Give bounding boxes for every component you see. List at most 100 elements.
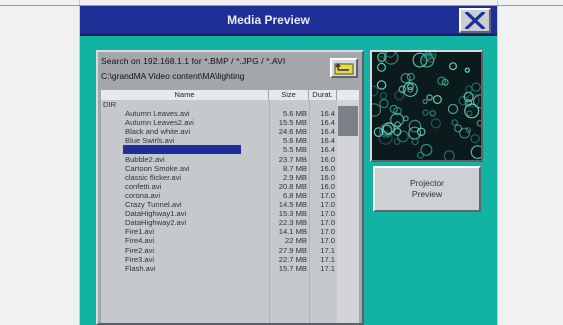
file-name: Fire4.avi xyxy=(125,236,155,246)
list-item[interactable]: Fire2.avi 27.9 MB 17.1 xyxy=(101,246,337,255)
folder-up-icon xyxy=(334,62,354,75)
file-duration: 17.1 xyxy=(320,254,335,264)
file-name: classic flicker.avi xyxy=(125,172,182,182)
close-x-icon xyxy=(465,12,485,29)
list-item[interactable]: Autumn Leaves.avi 5.6 MB 16.4 xyxy=(101,109,337,118)
list-item[interactable]: Blue Swirls.avi 5.6 MB 16.4 xyxy=(101,136,337,145)
file-duration: 17.0 xyxy=(320,218,335,228)
file-size: 23.7 MB xyxy=(278,154,307,164)
bubble xyxy=(376,62,387,72)
window-title: Media Preview xyxy=(227,13,310,27)
file-size: 14.5 MB xyxy=(278,200,307,210)
list-item[interactable]: DataHighway2.avi 22.3 MB 17.0 xyxy=(101,218,337,227)
bubble xyxy=(471,82,481,92)
frame-right xyxy=(497,0,563,325)
file-duration: 16.4 xyxy=(320,136,335,146)
file-duration: 16.4 xyxy=(320,109,335,119)
file-name: Flash.avi xyxy=(125,263,156,273)
scrollbar-thumb[interactable] xyxy=(338,106,358,136)
list-item[interactable]: classic flicker.avi 2.9 MB 16.0 xyxy=(101,173,337,182)
frame-left xyxy=(0,0,80,325)
bubble xyxy=(376,80,387,90)
bubble xyxy=(420,143,433,156)
file-duration: 17.0 xyxy=(320,236,335,246)
file-duration: 16.0 xyxy=(320,154,335,164)
list-item[interactable]: Cartoon Smoke.avi 8.7 MB 16.0 xyxy=(101,164,337,173)
file-duration: 16.0 xyxy=(320,172,335,182)
file-list[interactable]: Name Size Durat. DIR Autumn Leaves.avi 5.… xyxy=(101,90,359,323)
file-name: Cartoon Smoke.avi xyxy=(125,163,190,173)
bubble xyxy=(448,62,457,71)
list-item[interactable]: Bubble2.avi 23.7 MB 16.0 xyxy=(101,155,337,164)
file-size: 15.5 MB xyxy=(278,118,307,128)
file-size: 22.3 MB xyxy=(278,218,307,228)
bubble xyxy=(476,119,481,127)
file-list-header: Name Size Durat. xyxy=(101,90,359,100)
bubble xyxy=(464,67,470,73)
list-item[interactable]: Crazy Tunnel.avi 14.5 MB 17.0 xyxy=(101,200,337,209)
list-item[interactable]: Fire1.avi 14.1 MB 17.0 xyxy=(101,227,337,236)
bubble xyxy=(466,110,473,117)
file-name: Blue Swirls.avi xyxy=(125,136,175,146)
list-item[interactable]: DataHighway1.avi 15.3 MB 17.0 xyxy=(101,209,337,218)
close-button[interactable] xyxy=(459,8,491,33)
file-size: 6.8 MB xyxy=(282,190,307,200)
file-name: Fire3.avi xyxy=(125,254,155,264)
projector-preview-button[interactable]: Projector Preview xyxy=(373,166,481,212)
bubble xyxy=(432,94,442,104)
file-size: 27.9 MB xyxy=(278,245,307,255)
bubble xyxy=(426,94,433,101)
file-duration: 17.1 xyxy=(320,263,335,273)
list-item[interactable]: Black and white.avi 24.6 MB 16.4 xyxy=(101,127,337,136)
bubble xyxy=(437,76,447,86)
selection-highlight xyxy=(123,145,241,155)
bubble xyxy=(422,98,428,105)
file-size: 5.5 MB xyxy=(282,145,307,155)
list-item[interactable]: 5.5 MB 16.4 xyxy=(101,145,337,155)
file-name: DataHighway1.avi xyxy=(125,209,187,219)
bubble xyxy=(411,138,419,146)
file-duration: 16.0 xyxy=(320,163,335,173)
column-header-name[interactable]: Name xyxy=(101,90,269,100)
file-size: 22 MB xyxy=(285,236,307,246)
list-item[interactable]: Fire3.avi 22.7 MB 17.1 xyxy=(101,255,337,264)
bubble xyxy=(429,110,436,117)
list-item[interactable]: Flash.avi 15.7 MB 17.1 xyxy=(101,264,337,273)
file-duration: 17.0 xyxy=(320,190,335,200)
column-header-size[interactable]: Size xyxy=(269,90,309,100)
bubble xyxy=(470,145,481,159)
file-name: Fire1.avi xyxy=(125,227,155,237)
file-size: 15.3 MB xyxy=(278,209,307,219)
column-header-duration[interactable]: Durat. xyxy=(309,90,337,100)
file-name: Autumn Leaves.avi xyxy=(125,109,190,119)
bubble xyxy=(447,103,459,115)
folder-up-button[interactable] xyxy=(330,58,358,78)
search-line: Search on 192.168.1.1 for *.BMP / *.JPG … xyxy=(101,56,286,66)
list-item[interactable]: confetti.avi 20.8 MB 16.0 xyxy=(101,182,337,191)
bubble xyxy=(470,133,480,144)
bubble xyxy=(408,126,422,140)
file-size: 5.6 MB xyxy=(282,109,307,119)
file-size: 20.8 MB xyxy=(278,181,307,191)
file-name: Crazy Tunnel.avi xyxy=(125,200,182,210)
file-duration: 16.0 xyxy=(320,181,335,191)
bubble xyxy=(393,138,401,146)
bubble xyxy=(400,73,411,84)
preview-image xyxy=(370,50,483,162)
list-item-parent-dir[interactable]: DIR xyxy=(101,100,337,109)
bubble xyxy=(443,150,455,160)
file-name: Autumn Leaves2.avi xyxy=(125,118,194,128)
list-item[interactable]: corona.avi 6.8 MB 17.0 xyxy=(101,191,337,200)
projector-preview-label-line2: Preview xyxy=(411,189,443,199)
bubble xyxy=(383,52,399,65)
list-item[interactable]: Autumn Leaves2.avi 15.5 MB 16.4 xyxy=(101,118,337,127)
dir-label: DIR xyxy=(103,100,117,109)
bubble xyxy=(465,85,473,94)
list-item[interactable]: Fire4.avi 22 MB 17.0 xyxy=(101,236,337,245)
file-size: 14.1 MB xyxy=(278,227,307,237)
file-name: Bubble2.avi xyxy=(125,154,165,164)
bubble xyxy=(372,103,382,117)
file-duration: 16.4 xyxy=(320,145,335,155)
media-preview-window: Media Preview Search on 192.168.1.1 for … xyxy=(80,6,497,325)
file-size: 8.7 MB xyxy=(282,163,307,173)
